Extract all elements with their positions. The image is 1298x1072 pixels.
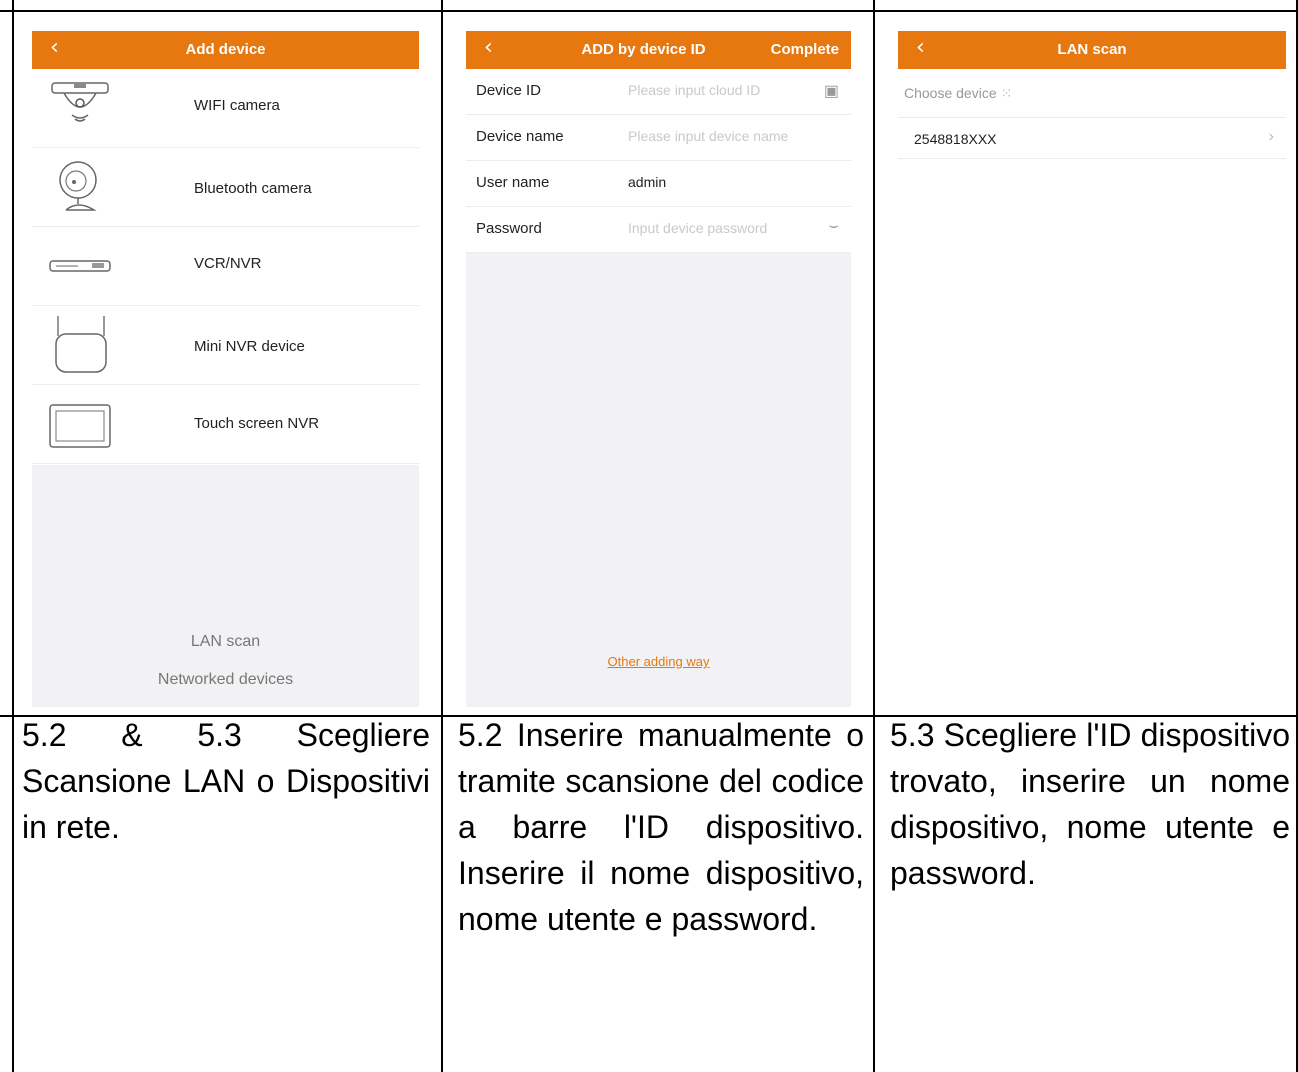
device-item-mini-nvr[interactable]: Mini NVR device: [32, 306, 419, 385]
device-id-input[interactable]: Please input cloud ID: [628, 82, 760, 98]
screenshot-add-device: ‹ Add device WIFI camera Bluetooth camer…: [32, 31, 419, 707]
wifi-camera-icon: [51, 82, 109, 122]
password-input[interactable]: Input device password: [628, 220, 767, 236]
nvr-recorder-icon: [49, 260, 111, 272]
nav-title: Add device: [185, 41, 266, 58]
nav-bar: ‹ LAN scan: [898, 31, 1286, 69]
table-border-col2: [873, 0, 875, 1072]
lan-scan-link[interactable]: LAN scan: [32, 633, 419, 651]
choose-device-text: Choose device: [904, 85, 997, 101]
user-name-row: User name admin: [466, 161, 851, 207]
table-border-top: [0, 10, 1298, 12]
caption-2: 5.2 Inserire manualmente o tramite scans…: [458, 717, 864, 937]
device-item-wifi-camera[interactable]: WIFI camera: [32, 69, 419, 148]
user-name-label: User name: [476, 174, 550, 191]
device-id-row: Device ID Please input cloud ID ▣: [466, 69, 851, 115]
found-device-row[interactable]: 2548818XXX ›: [898, 117, 1286, 159]
scan-icon[interactable]: ▣: [824, 81, 839, 101]
mini-nvr-icon: [55, 316, 107, 373]
choose-device-label: Choose device ⁙: [904, 85, 1012, 102]
nav-bar: ‹ ADD by device ID Complete: [466, 31, 851, 69]
password-label: Password: [476, 220, 542, 237]
table-border-col1: [441, 0, 443, 1072]
nav-title: LAN scan: [1057, 41, 1127, 58]
eye-closed-icon[interactable]: ⌣: [828, 217, 839, 235]
device-label: Touch screen NVR: [194, 415, 320, 432]
screenshot-lan-scan: ‹ LAN scan Choose device ⁙ 2548818XXX ›: [876, 31, 1296, 707]
touch-screen-nvr-icon: [49, 404, 111, 448]
user-name-input[interactable]: admin: [628, 174, 666, 190]
device-name-label: Device name: [476, 128, 564, 145]
networked-devices-link[interactable]: Networked devices: [32, 671, 419, 689]
table-border-left: [12, 0, 14, 1072]
device-id-label: Device ID: [476, 82, 542, 99]
bottom-area: LAN scan Networked devices: [32, 465, 419, 707]
form-bottom-area: [466, 253, 851, 707]
bluetooth-camera-icon: [59, 161, 97, 211]
device-name-input[interactable]: Please input device name: [628, 128, 788, 144]
device-name-row: Device name Please input device name: [466, 115, 851, 161]
caption-3: 5.3 Scegliere l'ID dispositivo trovato, …: [890, 717, 1290, 891]
loading-spinner-icon: ⁙: [1000, 85, 1013, 101]
caption-1: 5.2 & 5.3 Scegliere Scansione LAN o Disp…: [22, 717, 430, 845]
device-item-vcr-nvr[interactable]: VCR/NVR: [32, 227, 419, 306]
password-row: Password Input device password ⌣: [466, 207, 851, 253]
device-item-bluetooth-camera[interactable]: Bluetooth camera: [32, 148, 419, 227]
complete-button[interactable]: Complete: [771, 41, 839, 58]
device-label: Mini NVR device: [194, 338, 305, 355]
chevron-right-icon: ›: [1268, 128, 1274, 145]
nav-bar: ‹ Add device: [32, 31, 419, 69]
other-adding-way-link[interactable]: Other adding way: [466, 654, 851, 669]
device-id-text: 2548818XXX: [914, 131, 997, 147]
device-label: WIFI camera: [194, 97, 280, 114]
device-item-touch-screen-nvr[interactable]: Touch screen NVR: [32, 385, 419, 464]
device-label: Bluetooth camera: [194, 180, 312, 197]
screenshot-add-by-id: ‹ ADD by device ID Complete Device ID Pl…: [466, 31, 851, 707]
device-label: VCR/NVR: [194, 255, 262, 272]
